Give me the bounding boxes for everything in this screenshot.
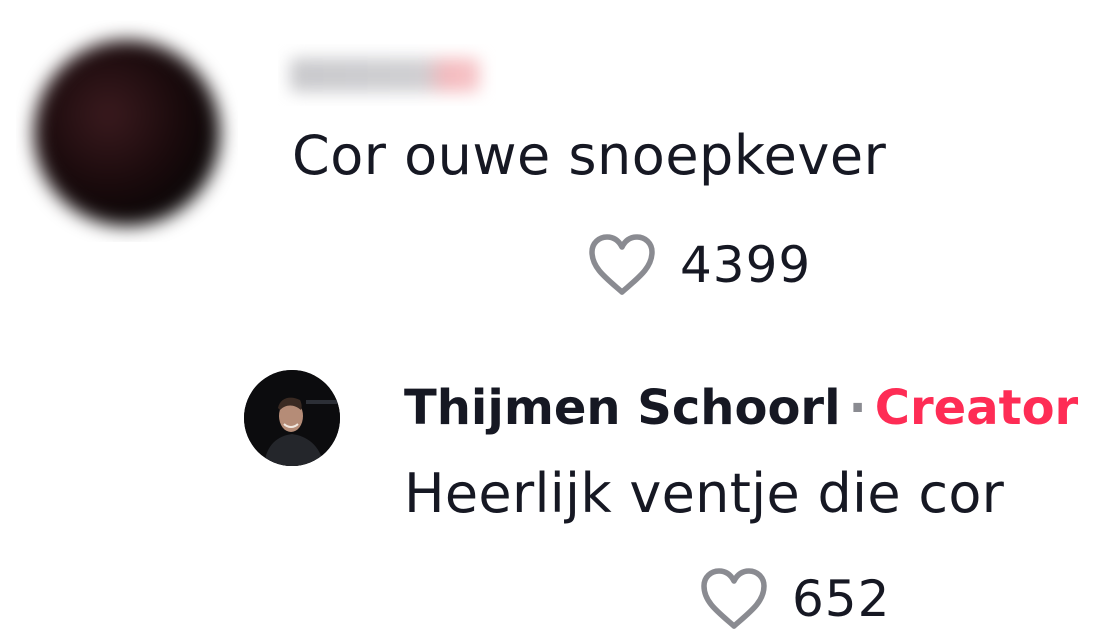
comment-like-count: 4399 [680,236,812,294]
comment-item: Cor ouwe snoepkever 4399 [0,0,1120,320]
creator-name[interactable]: Thijmen Schoorl [404,380,841,436]
reply-like-row: 652 [698,566,890,632]
reply-text: Heerlijk ventje die cor [404,462,1005,525]
creator-avatar-image [244,370,340,466]
blurred-username [290,58,480,92]
comment-text: Cor ouwe snoepkever [292,124,887,187]
blurred-avatar-image [34,40,220,226]
commenter-avatar[interactable] [16,20,238,242]
reply-like-count: 652 [792,570,891,628]
heart-outline-icon[interactable] [586,232,658,298]
creator-badge: Creator [874,380,1079,436]
creator-avatar[interactable] [244,370,340,466]
heart-outline-icon[interactable] [698,566,770,632]
comment-like-row: 4399 [586,232,811,298]
commenter-username[interactable] [278,44,496,106]
reply-header: Thijmen Schoorl · Creator [404,380,1078,436]
separator-dot: · [848,380,867,436]
